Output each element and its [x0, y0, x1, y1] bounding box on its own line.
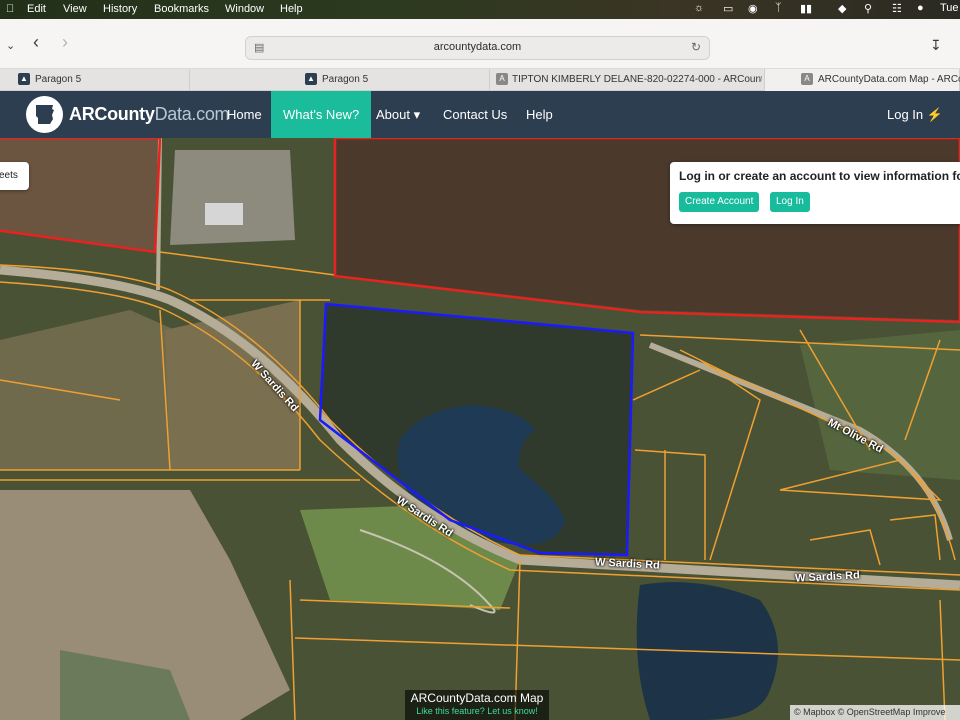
address-bar[interactable]: ▤ arcountydata.com ↻: [245, 36, 710, 60]
nav-login[interactable]: Log In ⚡: [875, 91, 955, 138]
tab-tipton-parcel[interactable]: A TIPTON KIMBERLY DELANE-820-02274-000 -…: [490, 69, 765, 91]
search-icon[interactable]: ⚲: [864, 2, 872, 15]
nav-about[interactable]: About ▾: [364, 91, 432, 138]
login-prompt-text: Log in or create an account to view info…: [679, 169, 960, 183]
tab-paragon-2[interactable]: ▲ Paragon 5: [190, 69, 490, 91]
menu-view[interactable]: View: [63, 3, 87, 15]
streets-label: eets: [0, 170, 18, 181]
display-icon[interactable]: ▭: [723, 2, 733, 15]
field-west: [0, 310, 175, 470]
industrial-lot: [170, 150, 295, 245]
paragon-favicon-icon: ▲: [305, 73, 317, 85]
map-attribution[interactable]: © Mapbox © OpenStreetMap Improve: [790, 705, 960, 720]
map-canvas: [0, 138, 960, 720]
menu-help[interactable]: Help: [280, 3, 303, 15]
site-brand[interactable]: ARCountyData.com: [69, 104, 230, 125]
arkansas-logo-icon[interactable]: [26, 96, 63, 133]
menu-history[interactable]: History: [103, 3, 137, 15]
back-icon[interactable]: ‹: [33, 33, 39, 51]
feedback-link[interactable]: Like this feature? Let us know!: [405, 706, 549, 716]
nav-whats-new[interactable]: What's New?: [271, 91, 372, 138]
brightness-icon[interactable]: ☼: [694, 2, 704, 14]
login-label: Log In: [887, 107, 924, 122]
building: [205, 203, 243, 225]
url-text: arcountydata.com: [433, 41, 522, 53]
chevron-down-icon[interactable]: ⌄: [6, 37, 15, 55]
a-favicon-icon: A: [496, 73, 508, 85]
airplay-icon[interactable]: ◉: [748, 2, 758, 15]
nav-help[interactable]: Help: [514, 91, 565, 138]
tab-arcountydata-map[interactable]: A ARCountyData.com Map - ARCoun: [765, 69, 960, 91]
reload-icon[interactable]: ↻: [691, 40, 701, 54]
tab-label: Paragon 5: [35, 74, 82, 85]
plug-icon: ⚡: [926, 107, 943, 122]
log-in-button[interactable]: Log In: [770, 192, 810, 212]
macos-menubar:  Edit View History Bookmarks Window Hel…: [0, 0, 960, 19]
tab-label: Paragon 5: [322, 74, 369, 85]
download-icon[interactable]: ↧: [930, 36, 942, 54]
menu-bookmarks[interactable]: Bookmarks: [154, 3, 209, 15]
wifi-icon[interactable]: ◆: [838, 2, 846, 15]
streets-toggle-button[interactable]: eets: [0, 162, 29, 190]
nav-home[interactable]: Home: [215, 91, 274, 138]
browser-toolbar: ⌄ ‹ › ▤ arcountydata.com ↻ ↧: [0, 19, 960, 69]
a-favicon-icon: A: [801, 73, 813, 85]
control-center-icon[interactable]: ☷: [892, 2, 902, 15]
feature-banner: ARCountyData.com Map Like this feature? …: [405, 690, 549, 720]
menu-window[interactable]: Window: [225, 3, 264, 15]
banner-title: ARCountyData.com Map: [410, 691, 544, 705]
nav-contact-us[interactable]: Contact Us: [431, 91, 519, 138]
satellite-map[interactable]: W Sardis Rd W Sardis Rd W Sardis Rd W Sa…: [0, 138, 960, 720]
tab-paragon-1[interactable]: ▲ Paragon 5: [0, 69, 190, 91]
tab-bar: ▲ Paragon 5 ▲ Paragon 5 A TIPTON KIMBERL…: [0, 69, 960, 91]
forward-icon[interactable]: ›: [62, 33, 68, 51]
menu-edit[interactable]: Edit: [27, 3, 46, 15]
site-navbar: ARCountyData.com Home What's New? About …: [0, 91, 960, 138]
siri-icon[interactable]: ●: [917, 2, 924, 14]
tab-label: ARCountyData.com Map - ARCoun: [818, 74, 960, 85]
battery-icon[interactable]: ▮▮: [800, 2, 812, 15]
create-account-button[interactable]: Create Account: [679, 192, 760, 212]
clock[interactable]: Tue: [940, 2, 959, 14]
brand-bold: ARCounty: [69, 104, 155, 124]
bluetooth-icon[interactable]: ᛉ: [775, 2, 782, 14]
paragon-favicon-icon: ▲: [18, 73, 30, 85]
apple-menu-icon[interactable]: : [6, 3, 14, 15]
tab-label: TIPTON KIMBERLY DELANE-820-02274-000 - A…: [512, 74, 762, 85]
login-prompt-box: Log in or create an account to view info…: [670, 162, 960, 224]
